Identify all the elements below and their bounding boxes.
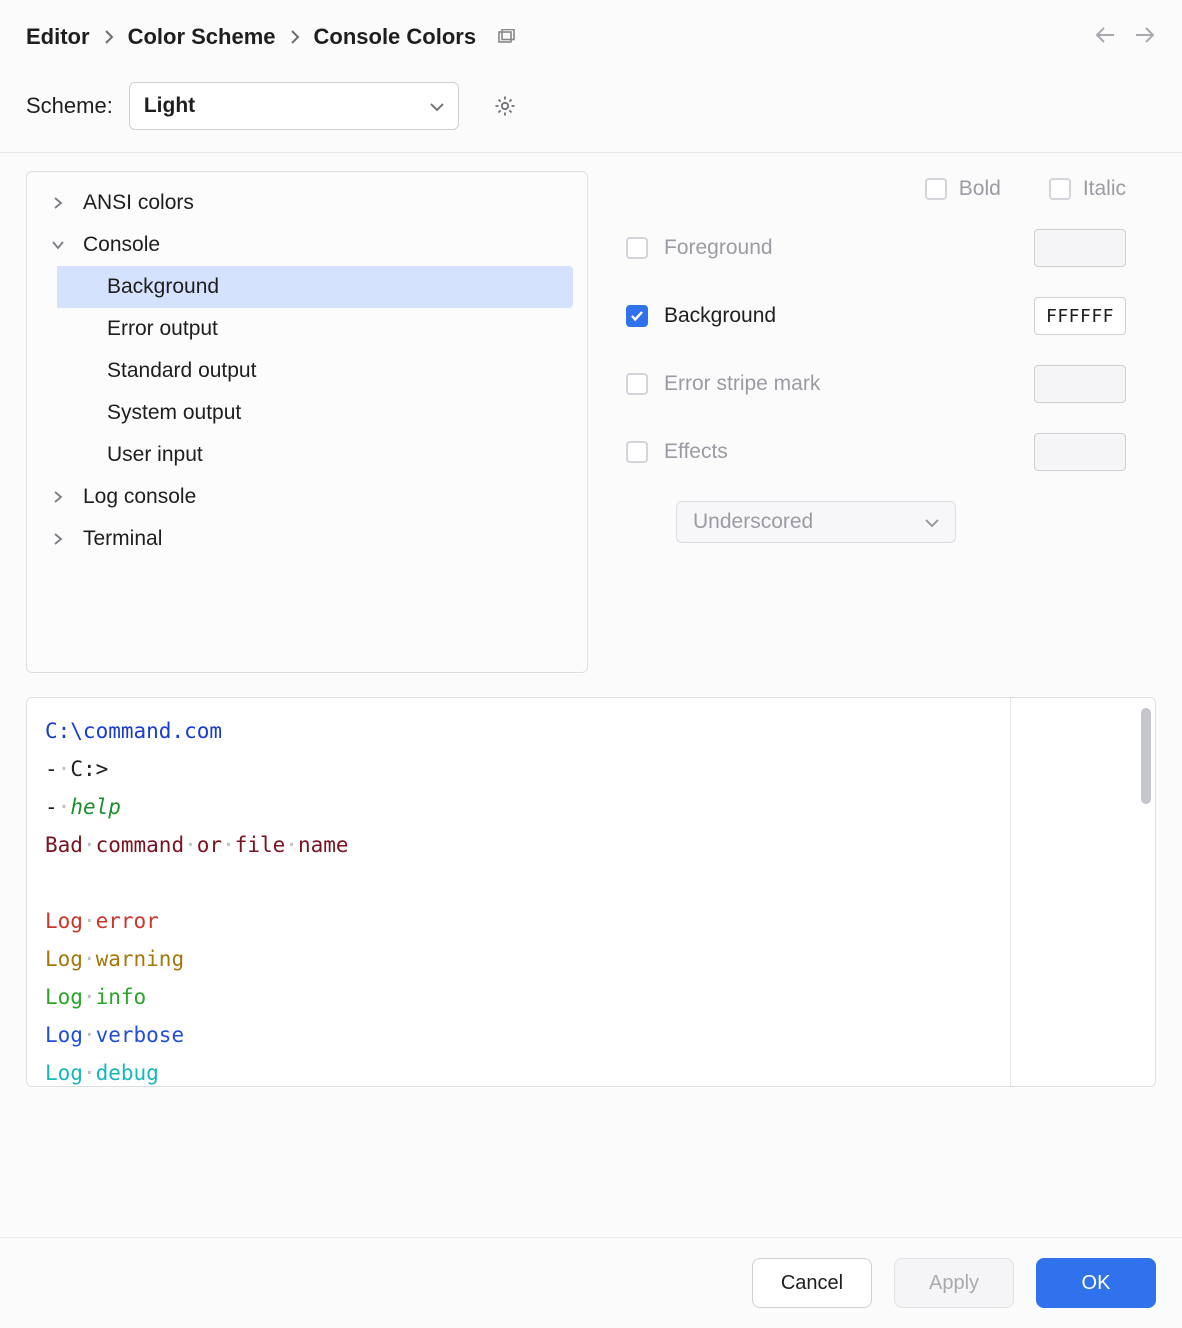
nav-forward-icon[interactable] xyxy=(1134,26,1156,44)
italic-label: Italic xyxy=(1083,177,1126,201)
preview-gutter xyxy=(1010,698,1155,1086)
effects-checkbox[interactable] xyxy=(626,441,648,463)
category-tree: ANSI colors Console Background Error out… xyxy=(26,171,588,673)
preview-text: C:\command.com -·C:> -·help Bad·command·… xyxy=(27,698,1010,1086)
chevron-down-icon xyxy=(925,510,939,534)
tree-item-error-output[interactable]: Error output xyxy=(27,308,587,350)
scrollbar-thumb[interactable] xyxy=(1141,708,1151,804)
preview-token: Log xyxy=(45,947,83,971)
effect-type-value: Underscored xyxy=(693,510,813,534)
tree-label: User input xyxy=(107,443,203,467)
error-stripe-checkbox[interactable] xyxy=(626,373,648,395)
preview-token: verbose xyxy=(96,1023,185,1047)
apply-button: Apply xyxy=(894,1258,1014,1308)
preview-token: file xyxy=(235,833,286,857)
tree-label: Log console xyxy=(83,485,196,509)
preview-token: error xyxy=(96,909,159,933)
background-checkbox[interactable] xyxy=(626,305,648,327)
scheme-label: Scheme: xyxy=(26,93,113,119)
preview-token: debug xyxy=(96,1061,159,1085)
chevron-right-icon[interactable] xyxy=(47,491,69,503)
cancel-button[interactable]: Cancel xyxy=(752,1258,872,1308)
preview-token: warning xyxy=(96,947,185,971)
preview-token: info xyxy=(96,985,147,1009)
tree-item-standard-output[interactable]: Standard output xyxy=(27,350,587,392)
tree-item-terminal[interactable]: Terminal xyxy=(27,518,587,560)
foreground-swatch xyxy=(1034,229,1126,267)
background-label: Background xyxy=(664,304,776,328)
breadcrumb-editor[interactable]: Editor xyxy=(26,24,90,50)
breadcrumb-color-scheme[interactable]: Color Scheme xyxy=(128,24,276,50)
preview-token: Log xyxy=(45,1023,83,1047)
effects-swatch xyxy=(1034,433,1126,471)
error-stripe-swatch xyxy=(1034,365,1126,403)
preview-pane: C:\command.com -·C:> -·help Bad·command·… xyxy=(26,697,1156,1087)
preview-line: C:\command.com xyxy=(45,719,222,743)
preview-token: C:> xyxy=(70,757,108,781)
tree-label: ANSI colors xyxy=(83,191,194,215)
tree-item-system-output[interactable]: System output xyxy=(27,392,587,434)
preview-token: - xyxy=(45,757,58,781)
preview-token: Log xyxy=(45,985,83,1009)
nav-back-icon[interactable] xyxy=(1094,26,1116,44)
tree-item-background[interactable]: Background xyxy=(57,266,573,308)
chevron-down-icon[interactable] xyxy=(47,240,69,250)
tree-label: Error output xyxy=(107,317,218,341)
scheme-value: Light xyxy=(144,94,195,118)
tree-label: System output xyxy=(107,401,241,425)
gear-icon[interactable] xyxy=(493,94,517,118)
tree-label: Console xyxy=(83,233,160,257)
tree-label: Standard output xyxy=(107,359,256,383)
preview-token: - xyxy=(45,795,58,819)
tree-item-log-console[interactable]: Log console xyxy=(27,476,587,518)
bold-checkbox xyxy=(925,178,947,200)
error-stripe-label: Error stripe mark xyxy=(664,372,820,396)
background-swatch[interactable]: FFFFFF xyxy=(1034,297,1126,335)
italic-checkbox xyxy=(1049,178,1071,200)
separate-window-icon[interactable] xyxy=(498,29,516,45)
chevron-down-icon xyxy=(430,94,444,118)
preview-token: command xyxy=(96,833,185,857)
tree-label: Background xyxy=(107,275,219,299)
preview-token: name xyxy=(298,833,349,857)
preview-token: help xyxy=(70,795,121,819)
chevron-right-icon[interactable] xyxy=(47,533,69,545)
bold-label: Bold xyxy=(959,177,1001,201)
chevron-right-icon[interactable] xyxy=(47,197,69,209)
tree-label: Terminal xyxy=(83,527,162,551)
tree-item-console[interactable]: Console xyxy=(27,224,587,266)
breadcrumb-console-colors: Console Colors xyxy=(314,24,477,50)
effect-type-select: Underscored xyxy=(676,501,956,543)
preview-token: or xyxy=(197,833,222,857)
foreground-checkbox[interactable] xyxy=(626,237,648,259)
foreground-label: Foreground xyxy=(664,236,773,260)
chevron-right-icon xyxy=(290,30,300,44)
scheme-select[interactable]: Light xyxy=(129,82,459,130)
tree-item-user-input[interactable]: User input xyxy=(27,434,587,476)
preview-token: Log xyxy=(45,1061,83,1085)
ok-button[interactable]: OK xyxy=(1036,1258,1156,1308)
effects-label: Effects xyxy=(664,440,728,464)
preview-token: Bad xyxy=(45,833,83,857)
tree-item-ansi[interactable]: ANSI colors xyxy=(27,182,587,224)
preview-token: Log xyxy=(45,909,83,933)
chevron-right-icon xyxy=(104,30,114,44)
